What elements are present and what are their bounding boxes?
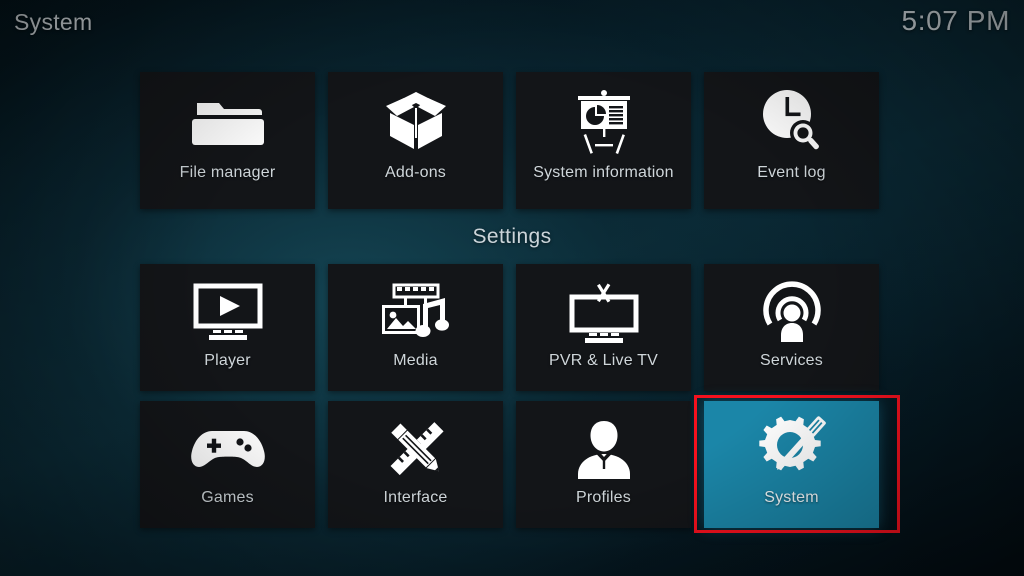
tile-pvr-live-tv[interactable]: PVR & Live TV	[516, 264, 691, 391]
settings-grid-row-one: Player Media PVR & Live TV Services	[140, 264, 879, 391]
tv-antenna-icon	[562, 272, 646, 352]
open-box-icon	[378, 78, 454, 164]
tile-services[interactable]: Services	[704, 264, 879, 391]
tile-media[interactable]: Media	[328, 264, 503, 391]
tile-label: System	[764, 489, 819, 506]
gamepad-icon	[186, 409, 270, 489]
gear-screwdriver-icon	[752, 409, 832, 489]
tile-label: Event log	[757, 164, 826, 181]
tile-system[interactable]: System	[704, 401, 879, 528]
clock: 5:07 PM	[901, 5, 1010, 36]
tile-label: Player	[204, 352, 251, 369]
tile-player[interactable]: Player	[140, 264, 315, 391]
film-photo-music-icon	[376, 272, 456, 352]
presentation-chart-icon	[567, 78, 641, 164]
monitor-play-icon	[187, 272, 269, 352]
tile-label: Add-ons	[385, 164, 446, 181]
tile-add-ons[interactable]: Add-ons	[328, 72, 503, 209]
settings-grid-row-two: Games Interface Profiles System	[140, 401, 879, 528]
tile-games[interactable]: Games	[140, 401, 315, 528]
pencil-ruler-icon	[379, 409, 453, 489]
header-bar: System 5:07 PM	[0, 0, 1024, 56]
tile-label: Services	[760, 352, 823, 369]
page-title: System	[14, 9, 93, 35]
tile-profiles[interactable]: Profiles	[516, 401, 691, 528]
tile-file-manager[interactable]: File manager	[140, 72, 315, 209]
tile-label: PVR & Live TV	[548, 352, 658, 369]
tile-interface[interactable]: Interface	[328, 401, 503, 528]
tile-system-information[interactable]: System information	[516, 72, 691, 209]
tile-label: Media	[393, 352, 438, 369]
tile-label: Interface	[383, 489, 448, 506]
top-menu-grid: File manager Add-ons System information …	[140, 72, 879, 209]
person-bust-icon	[567, 409, 641, 489]
kodi-system-screen: System 5:07 PM File manager Add-ons Syst…	[0, 0, 1024, 576]
settings-section-label: Settings	[472, 225, 552, 248]
folder-icon	[189, 78, 267, 164]
clock-search-icon	[754, 78, 830, 164]
tile-event-log[interactable]: Event log	[704, 72, 879, 209]
tile-label: File manager	[179, 164, 276, 181]
broadcast-person-icon	[756, 272, 828, 352]
tile-label: System information	[533, 164, 674, 181]
tile-label: Profiles	[576, 489, 631, 506]
tile-label: Games	[201, 489, 254, 506]
